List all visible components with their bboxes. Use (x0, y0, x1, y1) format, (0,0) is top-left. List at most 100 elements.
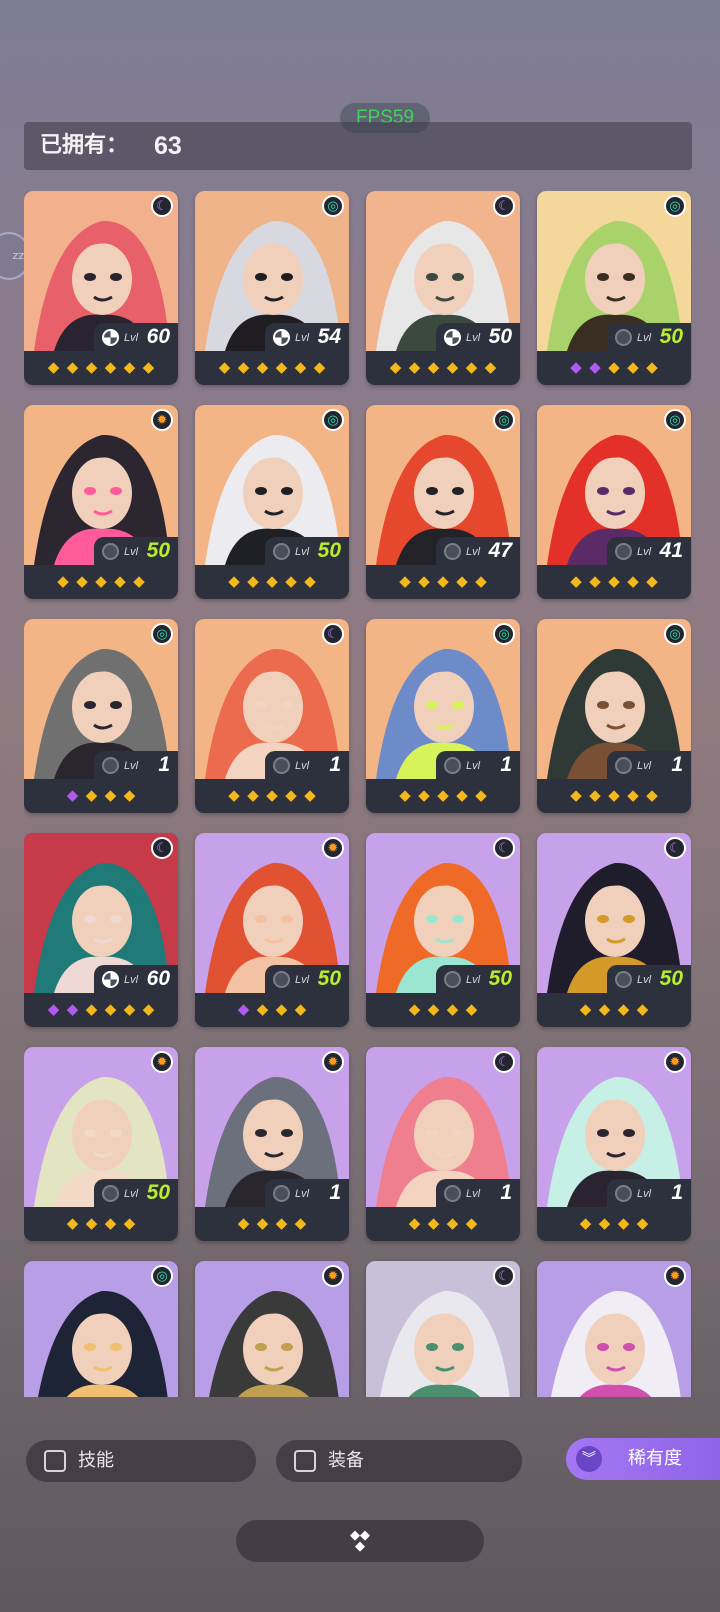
gold-gem-icon: ◆ (237, 1214, 250, 1232)
hero-card[interactable]: ☾ Lvl 1 ◆ ◆ ◆ ◆ ◆ (195, 619, 349, 813)
hero-card[interactable]: ◎ Lvl 41 ◆ ◆ ◆ ◆ ◆ (537, 405, 691, 599)
level-label: Lvl (637, 546, 652, 558)
expand-button[interactable]: ◆◆ ◆ (236, 1520, 484, 1562)
gold-gem-icon: ◆ (636, 1214, 649, 1232)
level-number: 50 (488, 967, 512, 990)
gold-gem-icon: ◆ (123, 1214, 136, 1232)
gold-gem-icon: ◆ (408, 1214, 421, 1232)
star-rating: ◆ ◆ ◆ ◆ (366, 1211, 520, 1235)
hero-card[interactable]: ◎ Lvl 1 ◆ ◆ ◆ ◆ (24, 619, 178, 813)
gold-gem-icon: ◆ (598, 1214, 611, 1232)
gear-icon (102, 757, 119, 774)
gold-gem-icon: ◆ (608, 358, 620, 376)
level-badge: Lvl 1 (265, 1179, 349, 1209)
level-badge: Lvl 50 (436, 323, 520, 353)
gold-gem-icon: ◆ (123, 358, 136, 376)
gear-icon (444, 329, 461, 346)
hero-card[interactable]: ☾ Lvl 50 ◆ ◆ ◆ ◆ (537, 833, 691, 1027)
wind-element-icon: ◎ (493, 623, 515, 645)
skills-filter[interactable]: 技能 (26, 1440, 256, 1482)
gold-gem-icon: ◆ (389, 358, 402, 376)
gold-gem-icon: ◆ (95, 572, 107, 590)
hero-card[interactable]: ◎ Lvl 50 ◆ ◆ ◆ ◆ ◆ (537, 191, 691, 385)
hero-card[interactable]: ☾ Lvl 60 ◆ ◆ ◆ ◆ ◆ ◆ (24, 191, 178, 385)
hero-card[interactable]: ✹ Lvl 50 ◆ ◆ ◆ ◆ ◆ (24, 405, 178, 599)
level-badge: Lvl 47 (436, 537, 520, 567)
star-rating: ◆ ◆ ◆ ◆ ◆ (537, 783, 691, 807)
solar-element-icon: ✹ (322, 1051, 344, 1073)
solar-element-icon: ✹ (664, 1051, 686, 1073)
level-label: Lvl (637, 1188, 652, 1200)
gold-gem-icon: ◆ (456, 786, 468, 804)
lunar-element-icon: ☾ (493, 1051, 515, 1073)
gear-icon (102, 971, 119, 988)
hero-card[interactable]: ✹ Lvl 1 ◆ ◆ ◆ ◆ (195, 1047, 349, 1241)
gold-gem-icon: ◆ (418, 786, 430, 804)
gear-icon (102, 543, 119, 560)
hero-card[interactable]: ✹ Lvl 50 ◆ ◆ ◆ ◆ (195, 833, 349, 1027)
hero-card[interactable]: ☾ Lvl 50 ◆ ◆ ◆ ◆ ◆ ◆ (366, 191, 520, 385)
hero-card[interactable]: ◎ Lvl 54 ◆ ◆ ◆ ◆ ◆ ◆ (195, 191, 349, 385)
gear-icon (102, 1185, 119, 1202)
gear-icon (273, 543, 290, 560)
gold-gem-icon: ◆ (304, 572, 316, 590)
gold-gem-icon: ◆ (142, 1000, 155, 1018)
hero-card[interactable]: ✹ Lvl 1 ◆ ◆ ◆ ◆ (537, 1047, 691, 1241)
gold-gem-icon: ◆ (218, 358, 231, 376)
hero-card[interactable]: ☾ Lvl 1 ◆ ◆ ◆ ◆ (366, 1047, 520, 1241)
star-rating: ◆ ◆ ◆ ◆ ◆ (195, 783, 349, 807)
level-number: 1 (329, 1181, 341, 1204)
hero-card[interactable]: ✹ (195, 1261, 349, 1397)
level-label: Lvl (466, 1188, 481, 1200)
gold-gem-icon: ◆ (446, 1214, 459, 1232)
level-badge: Lvl 50 (265, 965, 349, 995)
hero-card[interactable]: ✹ Lvl 50 ◆ ◆ ◆ ◆ (24, 1047, 178, 1241)
level-number: 1 (500, 1181, 512, 1204)
hero-grid: ☾ Lvl 60 ◆ ◆ ◆ ◆ ◆ ◆ ◎ Lvl 54 ◆ ◆ ◆ ◆ ◆ ◆ ☾ Lvl 50 ◆ ◆ ◆ ◆ ◆ ◆ ◎ Lvl… (24, 191, 692, 1397)
hero-card[interactable]: ◎ Lvl 50 ◆ ◆ ◆ ◆ ◆ (195, 405, 349, 599)
gold-gem-icon: ◆ (418, 572, 430, 590)
gold-gem-icon: ◆ (570, 786, 582, 804)
gold-gem-icon: ◆ (617, 1214, 630, 1232)
hero-card[interactable]: ✹ (537, 1261, 691, 1397)
star-rating: ◆ ◆ ◆ ◆ (24, 783, 178, 807)
level-number: 1 (500, 753, 512, 776)
gold-gem-icon: ◆ (123, 786, 136, 804)
checkbox-icon[interactable] (294, 1450, 316, 1472)
checkbox-icon[interactable] (44, 1450, 66, 1472)
hero-card[interactable]: ◎ Lvl 1 ◆ ◆ ◆ ◆ ◆ (537, 619, 691, 813)
hero-card[interactable]: ◎ (24, 1261, 178, 1397)
level-label: Lvl (466, 760, 481, 772)
gold-gem-icon: ◆ (47, 358, 60, 376)
gold-gem-icon: ◆ (275, 1214, 288, 1232)
hero-card[interactable]: ☾ Lvl 50 ◆ ◆ ◆ ◆ (366, 833, 520, 1027)
level-number: 41 (659, 539, 683, 562)
gold-gem-icon: ◆ (608, 786, 620, 804)
star-rating: ◆ ◆ ◆ ◆ ◆ (195, 569, 349, 593)
wind-element-icon: ◎ (493, 409, 515, 431)
hero-card[interactable]: ◎ Lvl 1 ◆ ◆ ◆ ◆ ◆ (366, 619, 520, 813)
level-number: 50 (659, 325, 683, 348)
gold-gem-icon: ◆ (408, 358, 421, 376)
gold-gem-icon: ◆ (256, 1000, 269, 1018)
gear-icon (615, 543, 632, 560)
rarity-sort-label: 稀有度 (628, 1448, 682, 1469)
gold-gem-icon: ◆ (475, 786, 487, 804)
star-rating: ◆ ◆ ◆ ◆ ◆ ◆ (366, 355, 520, 379)
level-badge: Lvl 50 (94, 1179, 178, 1209)
gold-gem-icon: ◆ (285, 572, 297, 590)
hero-card[interactable]: ☾ (366, 1261, 520, 1397)
star-rating: ◆ ◆ ◆ ◆ ◆ ◆ (24, 355, 178, 379)
gold-gem-icon: ◆ (266, 572, 278, 590)
gold-gem-icon: ◆ (294, 1214, 307, 1232)
star-rating: ◆ ◆ ◆ ◆ (24, 1211, 178, 1235)
equipment-filter[interactable]: 装备 (276, 1440, 522, 1482)
hero-card[interactable]: ◎ Lvl 47 ◆ ◆ ◆ ◆ ◆ (366, 405, 520, 599)
gold-gem-icon: ◆ (133, 572, 145, 590)
hero-card[interactable]: ☾ Lvl 60 ◆ ◆ ◆ ◆ ◆ ◆ (24, 833, 178, 1027)
gold-gem-icon: ◆ (266, 786, 278, 804)
star-rating: ◆ ◆ ◆ ◆ ◆ ◆ (24, 997, 178, 1021)
rarity-sort-button[interactable]: ︾ 稀有度 (566, 1438, 720, 1480)
level-badge: Lvl 50 (436, 965, 520, 995)
gold-gem-icon: ◆ (437, 786, 449, 804)
